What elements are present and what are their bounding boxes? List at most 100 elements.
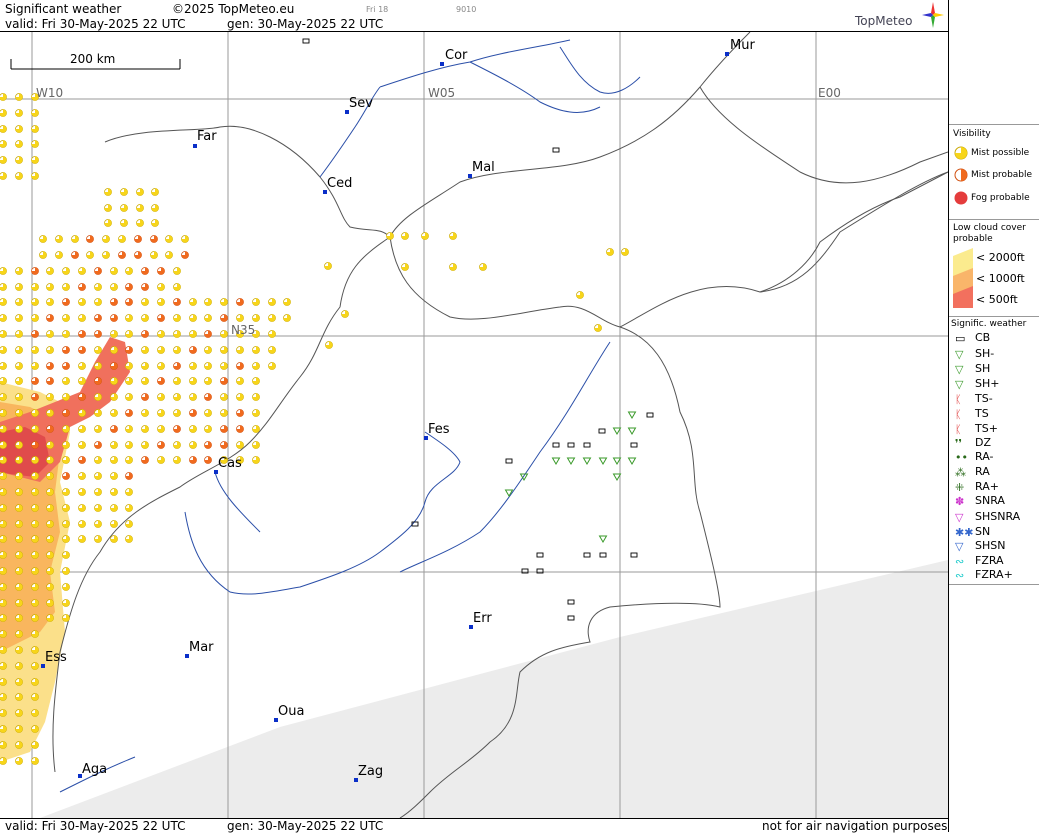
cb-legend-icon: ▭ bbox=[955, 332, 966, 345]
legend-cloud-1000: < 1000ft bbox=[976, 272, 1025, 285]
mist-dot-icon bbox=[62, 330, 70, 338]
mist-dot-icon bbox=[46, 583, 54, 591]
mist-dot-icon bbox=[252, 393, 260, 401]
mist-dot-icon bbox=[15, 472, 23, 480]
mist-dot-icon bbox=[125, 393, 133, 401]
legend-cloud-500: < 500ft bbox=[976, 293, 1018, 306]
mist-dot-icon bbox=[0, 156, 7, 164]
mist-dot-icon bbox=[31, 456, 39, 464]
mist-dot-icon bbox=[110, 283, 118, 291]
mist-dot-icon bbox=[110, 504, 118, 512]
mist-dot-icon bbox=[31, 630, 39, 638]
mist-dot-icon bbox=[110, 520, 118, 528]
cb-icon bbox=[599, 552, 607, 558]
mist-dot-icon bbox=[0, 314, 7, 322]
mist-dot-icon bbox=[39, 235, 47, 243]
mist-dot-icon bbox=[62, 283, 70, 291]
mist-dot-icon bbox=[46, 425, 54, 433]
mist-dot-icon bbox=[0, 504, 7, 512]
city-marker-cor bbox=[440, 62, 444, 66]
mist-dot-icon bbox=[0, 741, 7, 749]
mist-dot-icon bbox=[94, 456, 102, 464]
forecast-day: Fri 18 bbox=[366, 5, 389, 14]
mist-dot-icon bbox=[78, 346, 86, 354]
mist-dot-icon bbox=[31, 330, 39, 338]
sn-legend-icon: ✱✱ bbox=[955, 526, 974, 539]
mist-dot-icon bbox=[94, 346, 102, 354]
mist-dot-icon bbox=[46, 472, 54, 480]
shsn-legend-icon: ▽ bbox=[955, 540, 964, 553]
mist-dot-icon bbox=[31, 757, 39, 765]
sh-plus-legend-icon: ▽ bbox=[955, 378, 964, 391]
city-label-fes: Fes bbox=[428, 422, 450, 437]
mist-dot-icon bbox=[31, 346, 39, 354]
mist-dot-icon bbox=[102, 251, 110, 259]
mist-dot-icon bbox=[136, 219, 144, 227]
mist-dot-icon bbox=[15, 425, 23, 433]
mist-dot-icon bbox=[94, 409, 102, 417]
mist-dot-icon bbox=[15, 646, 23, 654]
mist-dot-icon bbox=[157, 456, 165, 464]
mist-dot-icon bbox=[31, 267, 39, 275]
mist-dot-icon bbox=[62, 599, 70, 607]
mist-dot-icon bbox=[576, 291, 584, 299]
mist-dot-icon bbox=[46, 567, 54, 575]
map-area[interactable]: 200 km W10 W05 E00 N35 Cor Mur Sev Far C… bbox=[0, 32, 948, 818]
mist-dot-icon bbox=[110, 488, 118, 496]
mist-dot-icon bbox=[31, 109, 39, 117]
mist-dot-icon bbox=[125, 330, 133, 338]
legend-panel: Visibility Mist possible Mist probable F… bbox=[948, 0, 1039, 832]
mist-dot-icon bbox=[118, 235, 126, 243]
mist-dot-icon bbox=[136, 204, 144, 212]
mist-dot-icon bbox=[94, 488, 102, 496]
mist-dot-icon bbox=[125, 520, 133, 528]
mist-dot-icon bbox=[15, 741, 23, 749]
mist-dot-icon bbox=[31, 156, 39, 164]
mist-dot-icon bbox=[110, 298, 118, 306]
mist-dot-icon bbox=[125, 504, 133, 512]
legend-cloud-title: Low cloud cover bbox=[953, 223, 1026, 233]
mist-dot-icon bbox=[268, 314, 276, 322]
mist-dot-icon bbox=[46, 535, 54, 543]
mist-dot-icon bbox=[15, 551, 23, 559]
mist-dot-icon bbox=[31, 488, 39, 496]
mist-dot-icon bbox=[283, 298, 291, 306]
mist-dot-icon bbox=[157, 441, 165, 449]
mist-dot-icon bbox=[46, 362, 54, 370]
mist-dot-icon bbox=[165, 251, 173, 259]
mist-dot-icon bbox=[78, 488, 86, 496]
mist-dot-icon bbox=[181, 251, 189, 259]
legend-sig-ts-minus: TS- bbox=[975, 392, 993, 405]
mist-dot-icon bbox=[15, 330, 23, 338]
mist-dot-icon bbox=[220, 377, 228, 385]
mist-dot-icon bbox=[220, 409, 228, 417]
mist-dot-icon bbox=[15, 535, 23, 543]
mist-dot-icon bbox=[110, 346, 118, 354]
mist-dot-icon bbox=[157, 283, 165, 291]
mist-dot-icon bbox=[62, 377, 70, 385]
mist-dot-icon bbox=[204, 362, 212, 370]
mist-dot-icon bbox=[0, 693, 7, 701]
city-label-cor: Cor bbox=[445, 48, 468, 63]
mist-dot-icon bbox=[236, 362, 244, 370]
mist-dot-icon bbox=[125, 283, 133, 291]
mist-dot-icon bbox=[62, 441, 70, 449]
shsnra-legend-icon: ▽ bbox=[955, 511, 964, 524]
mist-dot-icon bbox=[15, 757, 23, 765]
mist-dot-icon bbox=[236, 441, 244, 449]
mist-dot-icon bbox=[94, 504, 102, 512]
mist-dot-icon bbox=[46, 504, 54, 512]
mist-dot-icon bbox=[78, 504, 86, 512]
mist-dot-icon bbox=[104, 204, 112, 212]
mist-dot-icon bbox=[62, 393, 70, 401]
mist-dot-icon bbox=[62, 298, 70, 306]
mist-dot-icon bbox=[86, 251, 94, 259]
mist-dot-icon bbox=[110, 441, 118, 449]
legend-divider bbox=[949, 584, 1039, 585]
shower-icon bbox=[598, 535, 608, 543]
mist-dot-icon bbox=[46, 267, 54, 275]
snra-legend-icon: ✽ bbox=[955, 495, 965, 508]
legend-sig-shsnra: SHSNRA bbox=[975, 510, 1021, 523]
cb-icon bbox=[630, 442, 638, 448]
city-label-ced: Ced bbox=[327, 176, 353, 191]
